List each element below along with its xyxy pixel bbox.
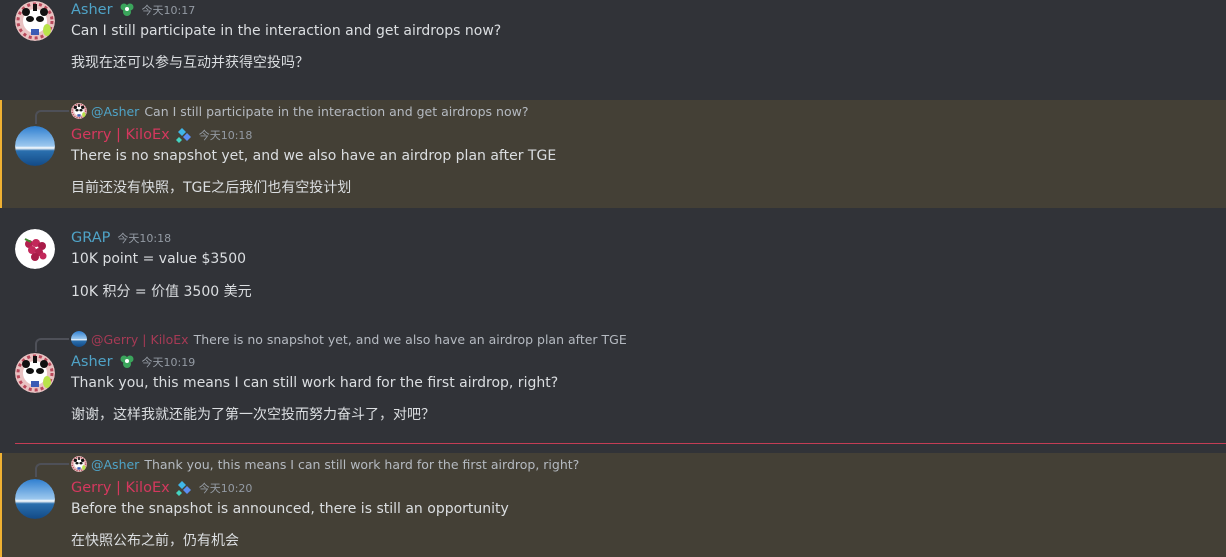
reply-avatar bbox=[71, 103, 87, 119]
reply-text: Thank you, this means I can still work h… bbox=[144, 456, 580, 472]
message-text: 在快照公布之前，仍有机会 bbox=[71, 533, 239, 549]
author-name[interactable]: Gerry | KiloEx bbox=[71, 127, 170, 143]
message-gerry-1020: @Asher Thank you, this means I can still… bbox=[0, 453, 1226, 557]
reply-mention[interactable]: @Asher bbox=[91, 104, 139, 119]
reply-preview[interactable]: @Asher Can I still participate in the in… bbox=[71, 103, 528, 119]
reply-spine bbox=[35, 110, 69, 124]
reply-spine bbox=[35, 463, 69, 477]
author-name[interactable]: Gerry | KiloEx bbox=[71, 480, 170, 496]
reply-avatar bbox=[71, 456, 87, 472]
timestamp: 今天10:19 bbox=[141, 356, 196, 369]
avatar-grap[interactable] bbox=[15, 229, 55, 269]
avatar-gerry[interactable] bbox=[15, 479, 55, 519]
new-messages-divider bbox=[15, 443, 1226, 444]
avatar-asher[interactable] bbox=[15, 353, 55, 393]
message-grap-1018: GRAP 今天10:18 10K point = value $3500 10K… bbox=[0, 220, 1226, 310]
timestamp: 今天10:17 bbox=[141, 4, 196, 17]
reply-avatar bbox=[71, 331, 87, 347]
reply-spine bbox=[35, 338, 69, 352]
leaf-badge-icon bbox=[119, 2, 135, 18]
author-name[interactable]: GRAP bbox=[71, 230, 110, 246]
timestamp: 今天10:20 bbox=[198, 482, 253, 495]
message-gerry-1018: @Asher Can I still participate in the in… bbox=[0, 100, 1226, 208]
timestamp: 今天10:18 bbox=[117, 232, 172, 245]
message-text: Can I still participate in the interacti… bbox=[71, 23, 502, 39]
message-text: 谢谢，这样我就还能为了第一次空投而努力奋斗了，对吧？ bbox=[71, 407, 435, 423]
reply-text: Can I still participate in the interacti… bbox=[144, 103, 529, 119]
avatar-asher[interactable] bbox=[15, 1, 55, 41]
avatar-gerry[interactable] bbox=[15, 126, 55, 166]
kiloex-badge-icon bbox=[176, 480, 192, 496]
author-name[interactable]: Asher bbox=[71, 354, 113, 370]
message-text: Before the snapshot is announced, there … bbox=[71, 501, 509, 517]
message-text: 10K point = value $3500 bbox=[71, 251, 247, 267]
reply-preview[interactable]: @Asher Thank you, this means I can still… bbox=[71, 456, 579, 472]
message-text: There is no snapshot yet, and we also ha… bbox=[71, 148, 557, 164]
message-text: 10K 积分 = 价值 3500 美元 bbox=[71, 284, 252, 300]
leaf-badge-icon bbox=[119, 354, 135, 370]
reply-mention[interactable]: @Gerry | KiloEx bbox=[91, 332, 189, 347]
message-asher-1019: @Gerry | KiloEx There is no snapshot yet… bbox=[0, 328, 1226, 436]
kiloex-badge-icon bbox=[176, 127, 192, 143]
message-asher-1017: Asher 今天10:17 Can I still participate in… bbox=[0, 0, 1226, 92]
message-text: Thank you, this means I can still work h… bbox=[71, 375, 559, 391]
message-text: 我现在还可以参与互动并获得空投吗？ bbox=[71, 55, 309, 71]
timestamp: 今天10:18 bbox=[198, 129, 253, 142]
reply-text: There is no snapshot yet, and we also ha… bbox=[193, 331, 627, 347]
reply-preview[interactable]: @Gerry | KiloEx There is no snapshot yet… bbox=[71, 331, 627, 347]
message-text: 目前还没有快照，TGE之后我们也有空投计划 bbox=[71, 180, 352, 196]
reply-mention[interactable]: @Asher bbox=[91, 457, 139, 472]
author-name[interactable]: Asher bbox=[71, 2, 113, 18]
